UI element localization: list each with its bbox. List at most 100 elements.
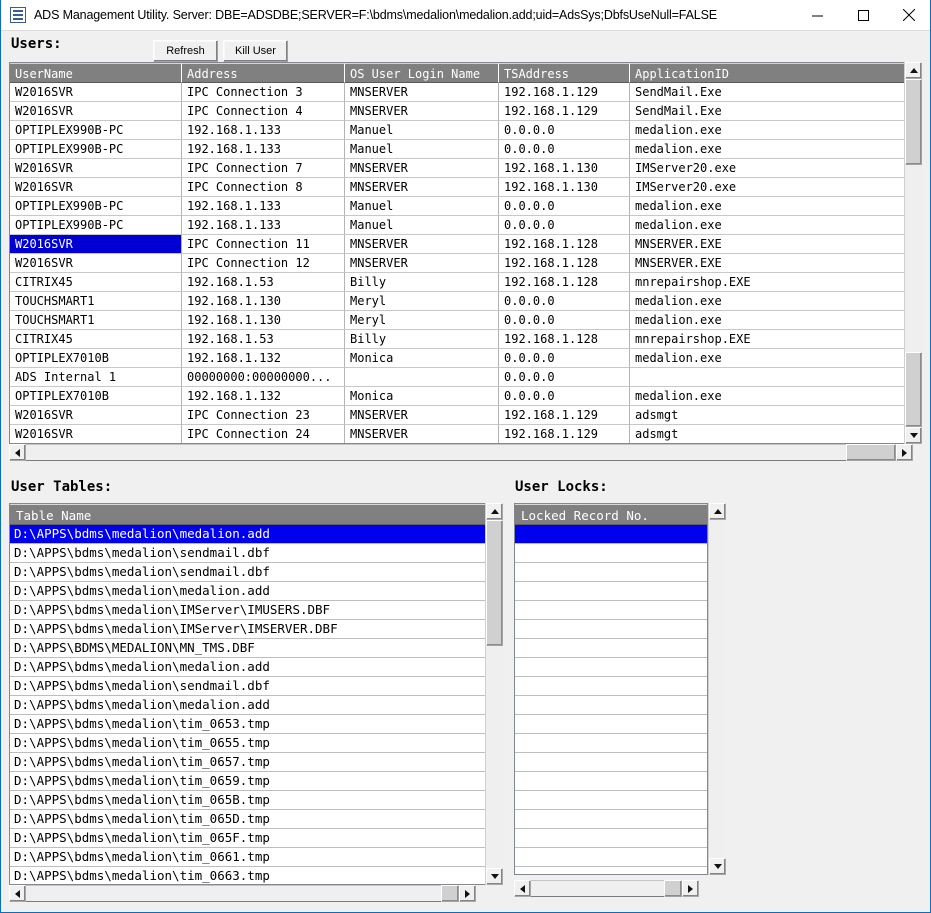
- table-cell[interactable]: IPC Connection 11: [182, 235, 345, 254]
- table-row[interactable]: W2016SVR IPC Connection 12 MNSERVER 192.168…: [10, 254, 912, 273]
- list-item[interactable]: [515, 715, 707, 734]
- list-item[interactable]: [515, 658, 707, 677]
- users-column-header[interactable]: Address: [182, 63, 345, 83]
- user-locks-scroll-right-button[interactable]: [682, 880, 699, 897]
- list-item[interactable]: [515, 582, 707, 601]
- table-row[interactable]: CITRIX45 192.168.1.53 Billy 192.168.1.128 mn…: [10, 273, 912, 292]
- table-cell[interactable]: medalion.exe: [630, 349, 905, 368]
- table-row[interactable]: OPTIPLEX990B-PC 192.168.1.133 Manuel 0.0.0.…: [10, 121, 912, 140]
- user-locks-hscroll-thumb[interactable]: [664, 880, 682, 897]
- list-item[interactable]: D:\APPS\BDMS\MEDALION\MN_TMS.DBF: [10, 639, 491, 658]
- table-cell[interactable]: W2016SVR: [10, 159, 182, 178]
- table-cell[interactable]: medalion.exe: [630, 140, 905, 159]
- table-cell[interactable]: medalion.exe: [630, 216, 905, 235]
- list-item[interactable]: [515, 829, 707, 848]
- list-item[interactable]: [515, 696, 707, 715]
- list-item[interactable]: D:\APPS\bdms\medalion\tim_065D.tmp: [10, 810, 491, 829]
- table-cell[interactable]: IPC Connection 8: [182, 178, 345, 197]
- table-row[interactable]: OPTIPLEX990B-PC 192.168.1.133 Manuel 0.0.0.…: [10, 216, 912, 235]
- list-item[interactable]: [515, 563, 707, 582]
- user-tables-scroll-down-button[interactable]: [486, 868, 503, 885]
- user-locks-vscroll-track[interactable]: [709, 520, 726, 858]
- table-row[interactable]: W2016SVR IPC Connection 8 MNSERVER 192.168.…: [10, 178, 912, 197]
- table-cell[interactable]: 00000000:00000000...: [182, 368, 345, 387]
- table-cell[interactable]: MNSERVER: [345, 102, 499, 121]
- list-item[interactable]: [515, 791, 707, 810]
- list-item[interactable]: D:\APPS\bdms\medalion\tim_0657.tmp: [10, 753, 491, 772]
- table-cell[interactable]: SendMail.Exe: [630, 102, 905, 121]
- user-locks-hscroll-track[interactable]: [531, 880, 676, 897]
- list-item[interactable]: D:\APPS\bdms\medalion\tim_0653.tmp: [10, 715, 491, 734]
- table-cell[interactable]: W2016SVR: [10, 235, 182, 254]
- table-cell[interactable]: IMServer20.exe: [630, 178, 905, 197]
- user-tables-hscroll-track[interactable]: [26, 885, 441, 902]
- table-cell[interactable]: adsmgt: [630, 406, 905, 425]
- user-tables-scroll-up-button[interactable]: [486, 503, 503, 520]
- users-scroll-left-button[interactable]: [9, 444, 26, 461]
- table-cell[interactable]: OPTIPLEX990B-PC: [10, 216, 182, 235]
- table-cell[interactable]: 0.0.0.0: [499, 349, 630, 368]
- users-column-header[interactable]: UserName: [10, 63, 182, 83]
- table-cell[interactable]: OPTIPLEX7010B: [10, 387, 182, 406]
- list-item[interactable]: D:\APPS\bdms\medalion\tim_0655.tmp: [10, 734, 491, 753]
- table-cell[interactable]: medalion.exe: [630, 197, 905, 216]
- user-tables-body[interactable]: D:\APPS\bdms\medalion\medalion.add D:\APP…: [10, 525, 491, 884]
- user-locks-scroll-up-button[interactable]: [709, 503, 726, 520]
- table-cell[interactable]: ADS Internal 1: [10, 368, 182, 387]
- table-cell[interactable]: mnrepairshop.EXE: [630, 273, 905, 292]
- list-item[interactable]: D:\APPS\bdms\medalion\tim_0659.tmp: [10, 772, 491, 791]
- list-item[interactable]: D:\APPS\bdms\medalion\medalion.add: [10, 696, 491, 715]
- list-item[interactable]: D:\APPS\bdms\medalion\IMServer\IMSERVER.…: [10, 620, 491, 639]
- table-row[interactable]: TOUCHSMART1 192.168.1.130 Meryl 0.0.0.0 meda…: [10, 292, 912, 311]
- table-cell[interactable]: 192.168.1.130: [182, 292, 345, 311]
- users-grid-body[interactable]: W2016SVR IPC Connection 3 MNSERVER 192.168.…: [10, 83, 912, 443]
- table-cell[interactable]: MNSERVER: [345, 406, 499, 425]
- table-cell[interactable]: IPC Connection 23: [182, 406, 345, 425]
- table-cell[interactable]: 0.0.0.0: [499, 121, 630, 140]
- table-cell[interactable]: medalion.exe: [630, 387, 905, 406]
- table-cell[interactable]: IMServer20.exe: [630, 159, 905, 178]
- table-row[interactable]: OPTIPLEX990B-PC 192.168.1.133 Manuel 0.0.0.…: [10, 140, 912, 159]
- table-cell[interactable]: TOUCHSMART1: [10, 292, 182, 311]
- table-row[interactable]: OPTIPLEX7010B 192.168.1.132 Monica 0.0.0.0 m…: [10, 387, 912, 406]
- table-row[interactable]: W2016SVR IPC Connection 24 MNSERVER 192.168…: [10, 425, 912, 443]
- users-scroll-down-button[interactable]: [905, 427, 922, 444]
- list-item[interactable]: D:\APPS\bdms\medalion\sendmail.dbf: [10, 544, 491, 563]
- table-cell[interactable]: [630, 368, 905, 387]
- table-cell[interactable]: 192.168.1.129: [499, 406, 630, 425]
- user-tables-list[interactable]: Table Name D:\APPS\bdms\medalion\medalio…: [9, 503, 492, 885]
- user-locks-scroll-down-button[interactable]: [709, 858, 726, 875]
- users-column-header[interactable]: TSAddress: [499, 63, 630, 83]
- user-locks-vscrollbar[interactable]: [708, 503, 726, 875]
- table-cell[interactable]: 0.0.0.0: [499, 197, 630, 216]
- table-cell[interactable]: W2016SVR: [10, 406, 182, 425]
- table-cell[interactable]: MNSERVER: [345, 159, 499, 178]
- table-cell[interactable]: SendMail.Exe: [630, 83, 905, 102]
- table-row[interactable]: W2016SVR IPC Connection 4 MNSERVER 192.168.…: [10, 102, 912, 121]
- table-cell[interactable]: IPC Connection 12: [182, 254, 345, 273]
- table-cell[interactable]: 0.0.0.0: [499, 368, 630, 387]
- list-item[interactable]: D:\APPS\bdms\medalion\medalion.add: [10, 658, 491, 677]
- table-cell[interactable]: MNSERVER: [345, 83, 499, 102]
- table-cell[interactable]: 192.168.1.128: [499, 330, 630, 349]
- table-cell[interactable]: 192.168.1.129: [499, 83, 630, 102]
- table-cell[interactable]: Meryl: [345, 311, 499, 330]
- list-item[interactable]: D:\APPS\bdms\medalion\medalion.add: [10, 582, 491, 601]
- table-cell[interactable]: 192.168.1.129: [499, 425, 630, 443]
- table-cell[interactable]: Manuel: [345, 140, 499, 159]
- list-item[interactable]: D:\APPS\bdms\medalion\sendmail.dbf: [10, 677, 491, 696]
- table-row[interactable]: W2016SVR IPC Connection 11 MNSERVER 192.168…: [10, 235, 912, 254]
- users-scroll-right-button[interactable]: [896, 444, 913, 461]
- list-item[interactable]: D:\APPS\bdms\medalion\tim_0663.tmp: [10, 867, 491, 884]
- kill-user-button[interactable]: Kill User: [223, 40, 288, 62]
- list-item[interactable]: [515, 639, 707, 658]
- table-cell[interactable]: 192.168.1.133: [182, 216, 345, 235]
- table-cell[interactable]: 192.168.1.53: [182, 330, 345, 349]
- user-tables-scroll-right-button[interactable]: [459, 885, 476, 902]
- list-item[interactable]: D:\APPS\bdms\medalion\tim_065B.tmp: [10, 791, 491, 810]
- table-cell[interactable]: MNSERVER.EXE: [630, 235, 905, 254]
- user-tables-hscrollbar[interactable]: [9, 885, 502, 903]
- table-cell[interactable]: MNSERVER: [345, 425, 499, 443]
- list-item[interactable]: [515, 753, 707, 772]
- users-grid-hscrollbar[interactable]: [9, 444, 921, 462]
